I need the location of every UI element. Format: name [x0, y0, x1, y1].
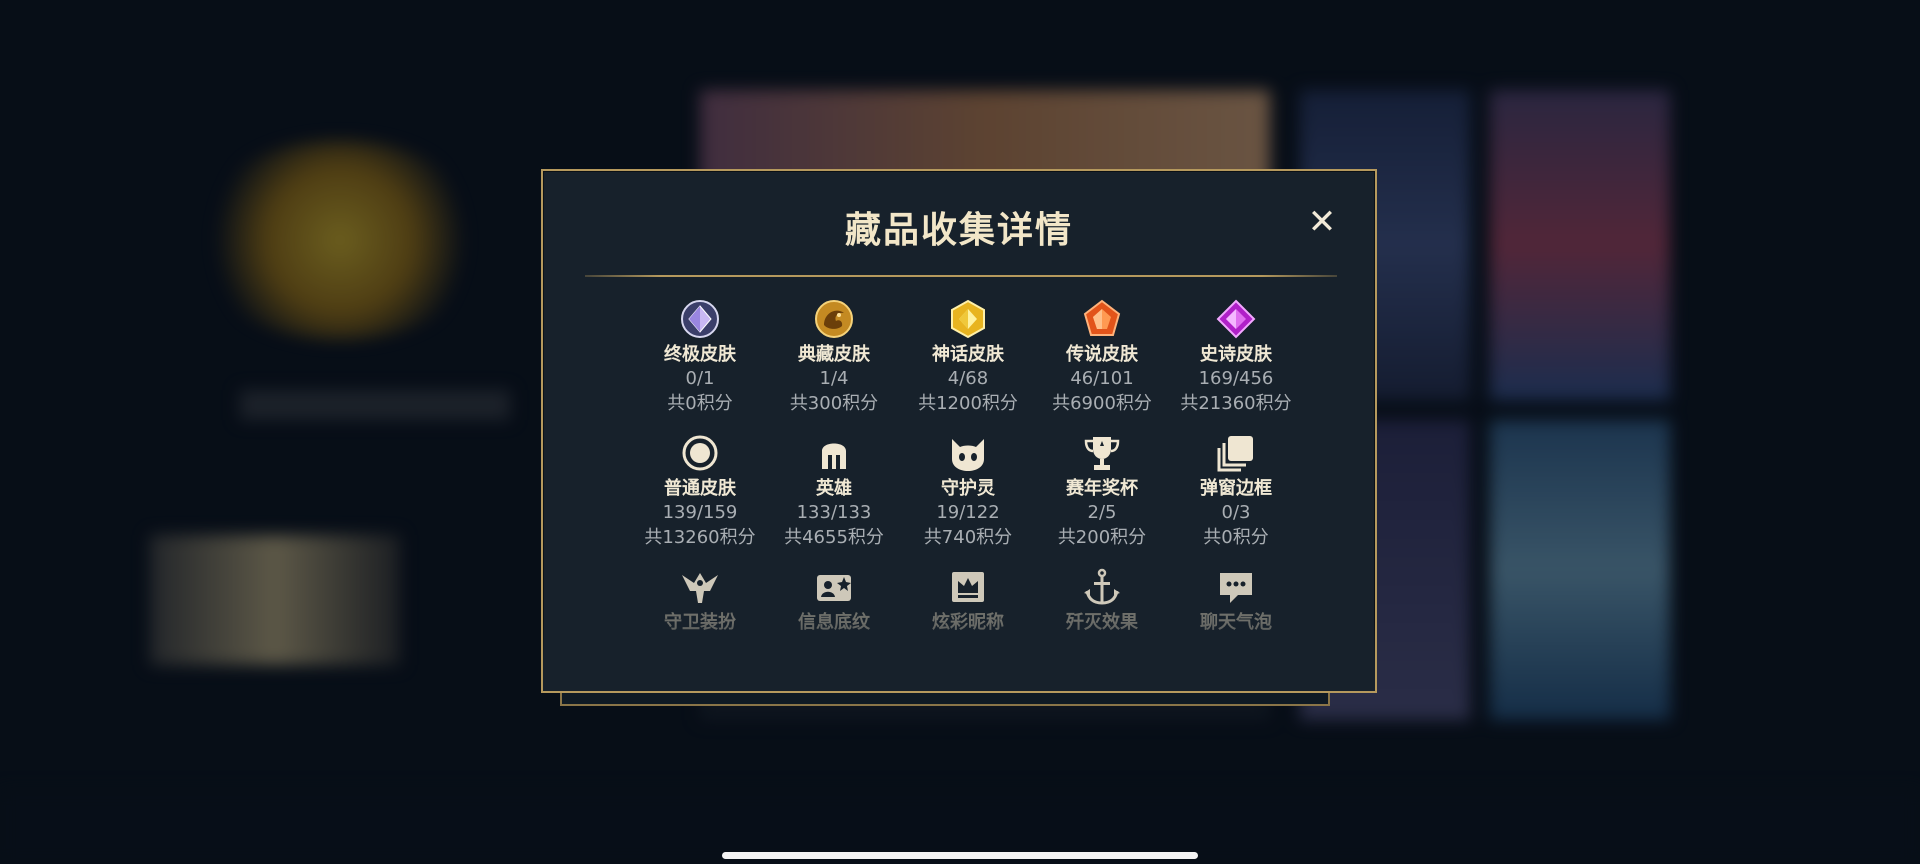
item-count: 1/4	[819, 368, 849, 389]
item-points: 共4655积分	[784, 527, 884, 548]
collection-item-myth-skin[interactable]: 神话皮肤 4/68 共1200积分	[901, 299, 1035, 417]
frames-icon	[1216, 433, 1256, 473]
myth-gem-icon	[948, 299, 988, 339]
collection-item-hero[interactable]: 英雄 133/133 共4655积分	[767, 433, 901, 551]
item-count: 133/133	[796, 502, 872, 523]
item-name: 英雄	[816, 478, 852, 499]
item-points: 共0积分	[667, 393, 733, 414]
collection-item-collection-skin[interactable]: 典藏皮肤 1/4 共300积分	[767, 299, 901, 417]
collection-grid: 终极皮肤 0/1 共0积分 典藏皮肤 1/4 共300积分 神话皮肤 4/68 …	[633, 299, 1303, 651]
scroll-fade-mask	[543, 621, 1375, 691]
item-name: 赛年奖杯	[1066, 478, 1138, 499]
epic-gem-icon	[1216, 299, 1256, 339]
ultimate-gem-icon	[680, 299, 720, 339]
collection-row: 终极皮肤 0/1 共0积分 典藏皮肤 1/4 共300积分 神话皮肤 4/68 …	[633, 299, 1303, 417]
item-count: 19/122	[936, 502, 1000, 523]
item-count: 139/159	[662, 502, 738, 523]
modal-title: 藏品收集详情	[844, 210, 1073, 251]
chat-bubble-icon	[1216, 567, 1256, 607]
item-points: 共6900积分	[1052, 393, 1152, 414]
item-points: 共13260积分	[644, 527, 756, 548]
item-count: 0/1	[685, 368, 715, 389]
item-name: 守护灵	[941, 478, 995, 499]
item-count: 0/3	[1221, 502, 1251, 523]
item-count: 169/456	[1198, 368, 1274, 389]
collection-item-guardian[interactable]: 守护灵 19/122 共740积分	[901, 433, 1035, 551]
title-divider	[585, 275, 1337, 277]
collection-item-season-trophy[interactable]: 赛年奖杯 2/5 共200积分	[1035, 433, 1169, 551]
profile-card-icon	[814, 567, 854, 607]
item-name: 终极皮肤	[664, 344, 736, 365]
helmet-icon	[814, 433, 854, 473]
item-name: 史诗皮肤	[1200, 344, 1272, 365]
circle-icon	[680, 433, 720, 473]
item-points: 共0积分	[1203, 527, 1269, 548]
collection-row: 普通皮肤 139/159 共13260积分 英雄 133/133 共4655积分	[633, 433, 1303, 551]
close-button[interactable]: ✕	[1305, 205, 1339, 239]
collection-item-legend-skin[interactable]: 传说皮肤 46/101 共6900积分	[1035, 299, 1169, 417]
legend-gem-icon	[1082, 299, 1122, 339]
collection-item-normal-skin[interactable]: 普通皮肤 139/159 共13260积分	[633, 433, 767, 551]
item-points: 共300积分	[789, 393, 879, 414]
home-indicator[interactable]	[722, 852, 1198, 859]
crown-nameplate-icon	[948, 567, 988, 607]
trophy-icon	[1082, 433, 1122, 473]
item-name: 典藏皮肤	[798, 344, 870, 365]
anchor-icon	[1082, 567, 1122, 607]
item-name: 普通皮肤	[664, 478, 736, 499]
item-count: 46/101	[1070, 368, 1134, 389]
collection-details-modal: 藏品收集详情 ✕ 终极皮肤 0/1 共0积分 典藏皮肤 1/4 共300积分 神…	[541, 169, 1377, 693]
item-count: 2/5	[1087, 502, 1117, 523]
guardian-pet-icon	[948, 433, 988, 473]
item-count: 4/68	[947, 368, 989, 389]
collection-item-ultimate-skin[interactable]: 终极皮肤 0/1 共0积分	[633, 299, 767, 417]
item-points: 共200积分	[1057, 527, 1147, 548]
collection-item-popup-frame[interactable]: 弹窗边框 0/3 共0积分	[1169, 433, 1303, 551]
collection-dragon-icon	[814, 299, 854, 339]
item-points: 共21360积分	[1180, 393, 1292, 414]
item-name: 传说皮肤	[1066, 344, 1138, 365]
item-name: 弹窗边框	[1200, 478, 1272, 499]
ward-icon	[680, 567, 720, 607]
item-points: 共740积分	[923, 527, 1013, 548]
item-points: 共1200积分	[918, 393, 1018, 414]
collection-item-epic-skin[interactable]: 史诗皮肤 169/456 共21360积分	[1169, 299, 1303, 417]
item-name: 神话皮肤	[932, 344, 1004, 365]
